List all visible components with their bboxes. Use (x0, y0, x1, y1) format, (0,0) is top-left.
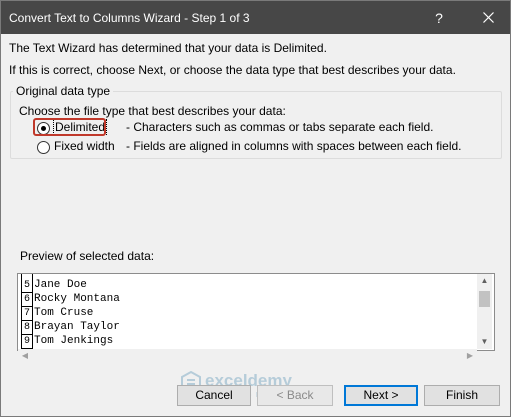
row-text: Tom Jenkings (34, 335, 114, 347)
row-text: Jane Doe (34, 279, 87, 291)
preview-row: 8 Brayan Taylor (21, 320, 120, 335)
preview-label: Preview of selected data: (20, 249, 155, 263)
preview-row: 5 Jane Doe (21, 278, 87, 293)
row-text: Rocky Montana (34, 293, 120, 305)
back-button[interactable]: < Back (257, 385, 333, 406)
next-button[interactable]: Next > (344, 385, 418, 406)
row-number: 6 (21, 293, 33, 307)
row-text: Tom Cruse (34, 307, 94, 319)
scroll-down-icon[interactable]: ▼ (477, 335, 492, 349)
row-number: 8 (21, 321, 33, 335)
data-preview[interactable]: 5 Jane Doe 6 Rocky Montana 7 Tom Cruse 8 Bra… (17, 273, 495, 351)
title-bar[interactable]: Convert Text to Columns Wizard - Step 1 … (1, 1, 510, 34)
horizontal-scrollbar[interactable]: ◀ ▶ (18, 349, 477, 363)
radio-selected-dot (41, 126, 46, 131)
fixed-width-description: - Fields are aligned in columns with spa… (126, 139, 462, 153)
scroll-left-icon[interactable]: ◀ (18, 349, 32, 363)
radio-delimited-label[interactable]: Delimited (52, 119, 108, 135)
scroll-right-icon[interactable]: ▶ (463, 349, 477, 363)
cancel-button[interactable]: Cancel (177, 385, 251, 406)
radio-delimited-button[interactable] (37, 122, 50, 135)
preview-row: 6 Rocky Montana (21, 292, 120, 307)
row-number: 5 (21, 279, 33, 293)
preview-row: 7 Tom Cruse (21, 306, 94, 321)
help-button[interactable]: ? (426, 5, 452, 31)
intro-line-2: If this is correct, choose Next, or choo… (9, 63, 456, 77)
radio-delimited-label-wrap[interactable]: Delimited (52, 119, 108, 135)
scroll-thumb[interactable] (479, 291, 490, 307)
delimited-description: - Characters such as commas or tabs sepa… (126, 120, 434, 134)
intro-line-1: The Text Wizard has determined that your… (9, 41, 327, 55)
radio-fixed-width-label[interactable]: Fixed width (54, 139, 115, 153)
close-button[interactable] (476, 5, 502, 31)
wizard-dialog: Convert Text to Columns Wizard - Step 1 … (0, 0, 511, 417)
finish-button[interactable]: Finish (424, 385, 500, 406)
window-title: Convert Text to Columns Wizard - Step 1 … (9, 11, 250, 25)
row-number: 7 (21, 307, 33, 321)
vertical-scrollbar[interactable]: ▲ ▼ (477, 274, 492, 349)
row-number: 9 (21, 335, 33, 349)
close-icon (483, 12, 494, 23)
preview-row: 9 Tom Jenkings (21, 334, 114, 349)
group-label: Original data type (13, 84, 114, 98)
radio-fixed-width-button[interactable] (37, 141, 50, 154)
file-type-prompt: Choose the file type that best describes… (19, 104, 286, 118)
scroll-up-icon[interactable]: ▲ (477, 274, 492, 288)
row-text: Brayan Taylor (34, 321, 120, 333)
